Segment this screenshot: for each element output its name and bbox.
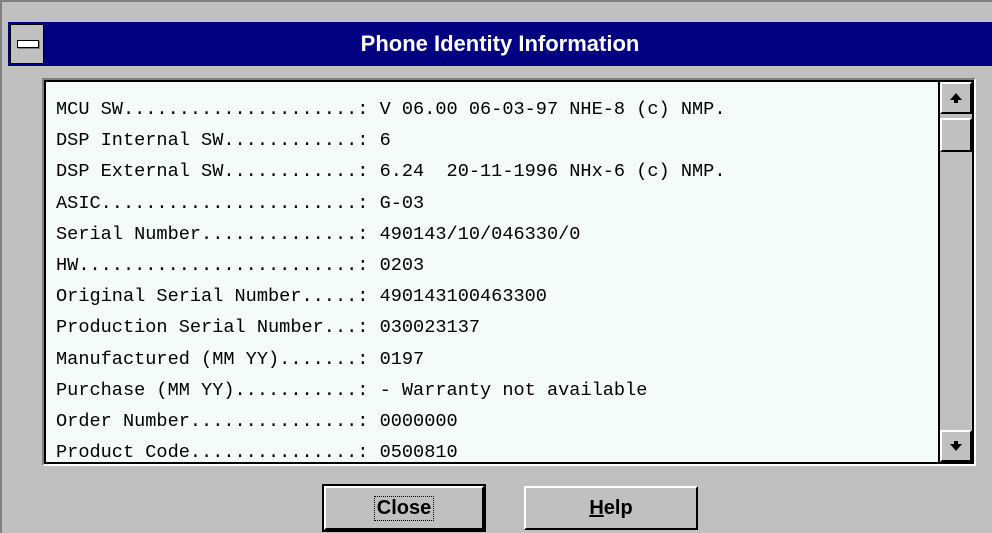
info-row: Serial Number..............: 490143/10/0… bbox=[56, 223, 581, 245]
info-row: Product Code...............: 0500810 bbox=[56, 442, 458, 464]
info-row: Original Serial Number.....: 49014310046… bbox=[56, 286, 547, 308]
info-row: ASIC.......................: G-03 bbox=[56, 192, 425, 214]
title-bar[interactable]: Phone Identity Information bbox=[8, 22, 992, 66]
vertical-scrollbar[interactable] bbox=[940, 82, 972, 462]
help-label-rest: elp bbox=[603, 496, 633, 519]
help-button-label: Help bbox=[589, 497, 632, 520]
system-menu-button[interactable] bbox=[10, 24, 44, 64]
info-row: DSP Internal SW............: 6 bbox=[56, 130, 391, 152]
identity-info-listbox[interactable]: MCU SW.....................: V 06.00 06-… bbox=[42, 78, 976, 466]
info-rows: MCU SW.....................: V 06.00 06-… bbox=[56, 94, 725, 468]
scroll-up-button[interactable] bbox=[940, 82, 972, 114]
info-row: Purchase (MM YY)...........: - Warranty … bbox=[56, 379, 648, 401]
info-row: MCU SW.....................: V 06.00 06-… bbox=[56, 99, 726, 120]
system-menu-icon bbox=[17, 40, 39, 48]
close-button[interactable]: Close bbox=[322, 484, 486, 532]
scroll-down-button[interactable] bbox=[940, 430, 972, 462]
close-button-label: Close bbox=[373, 495, 435, 521]
scroll-thumb[interactable] bbox=[940, 118, 972, 152]
listbox-content: MCU SW.....................: V 06.00 06-… bbox=[46, 82, 938, 463]
arrow-up-icon bbox=[950, 93, 962, 103]
info-row: DSP External SW............: 6.24 20-11-… bbox=[56, 161, 726, 183]
window-title: Phone Identity Information bbox=[360, 31, 640, 56]
info-row: Production Serial Number...: 030023137 bbox=[56, 317, 481, 339]
help-button[interactable]: Help bbox=[524, 486, 698, 530]
info-row: Manufactured (MM YY).......: 0197 bbox=[56, 348, 425, 370]
help-mnemonic: H bbox=[589, 496, 604, 519]
phone-identity-dialog: Phone Identity Information MCU SW.......… bbox=[0, 0, 992, 533]
info-row: HW.........................: 0203 bbox=[56, 254, 425, 276]
info-row: Order Number...............: 0000000 bbox=[56, 410, 458, 432]
arrow-down-icon bbox=[950, 441, 962, 451]
